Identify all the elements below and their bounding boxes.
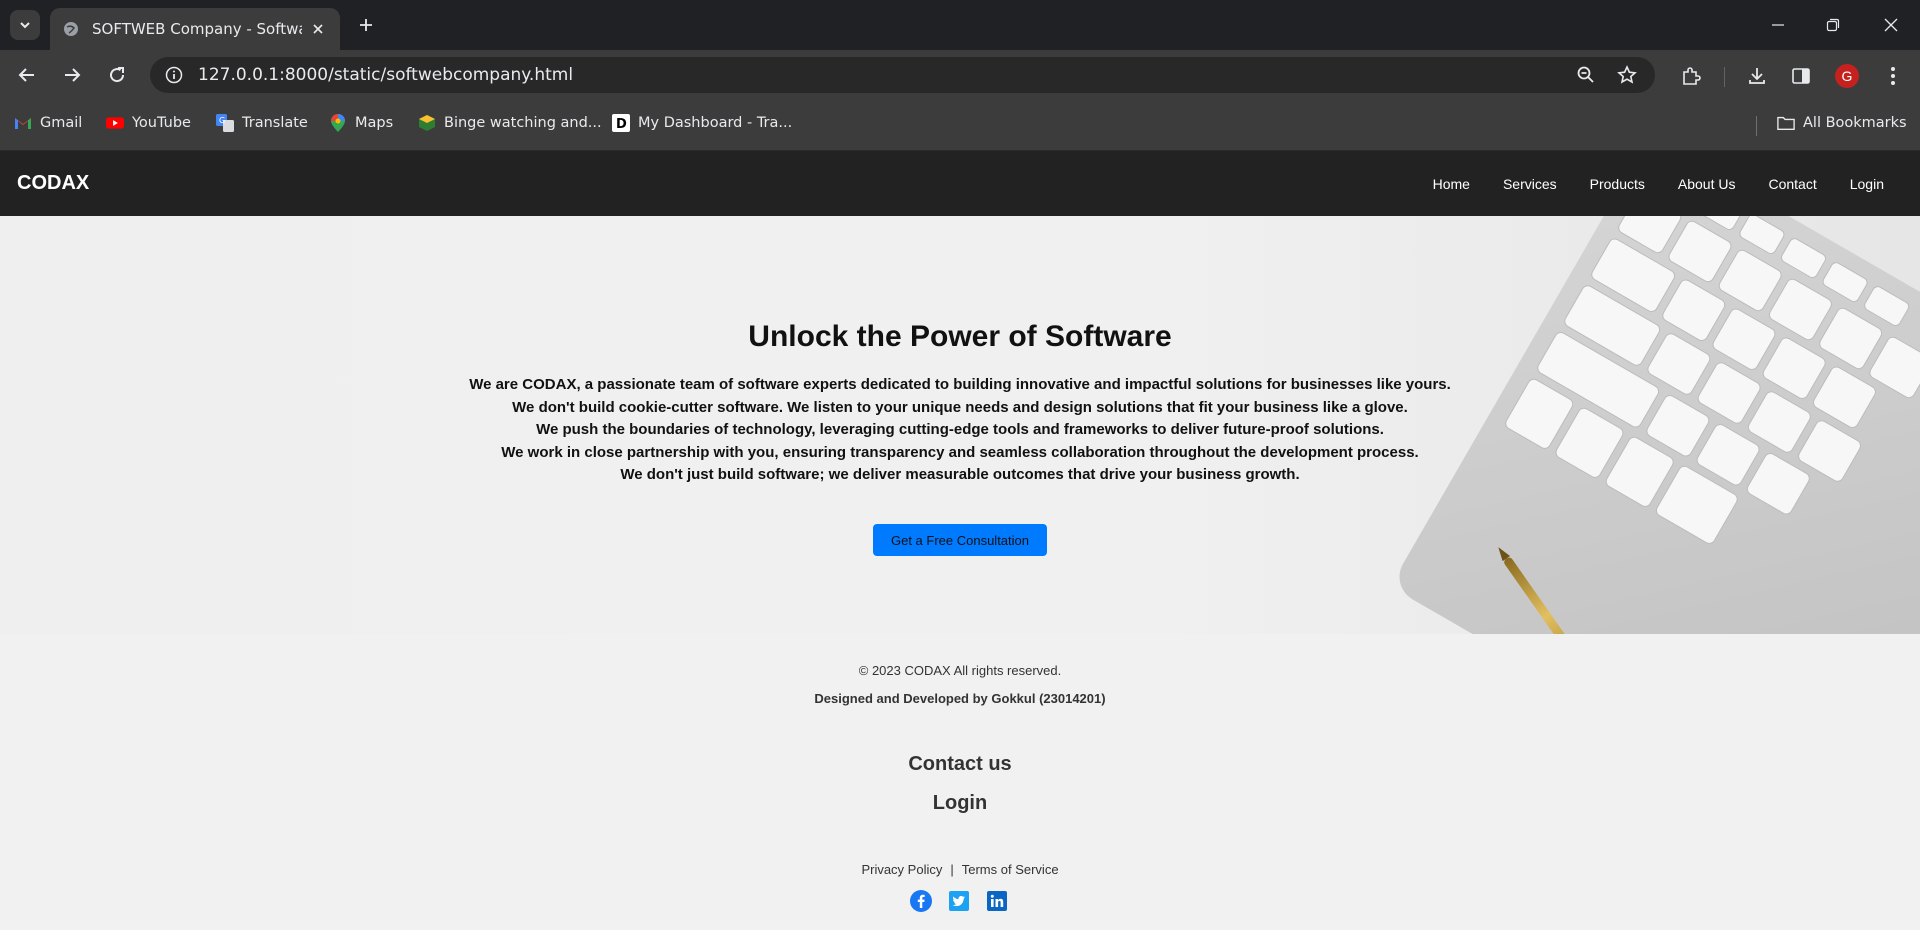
back-button[interactable] [10, 60, 44, 90]
bookmark-gmail[interactable]: Gmail [14, 114, 82, 132]
download-icon[interactable] [1744, 63, 1770, 89]
linkedin-icon[interactable] [986, 890, 1008, 912]
gmail-icon [14, 114, 32, 132]
reload-button[interactable] [100, 60, 134, 90]
maps-icon [329, 114, 347, 132]
plus-icon [360, 19, 372, 31]
reload-icon [110, 67, 125, 83]
minimize-button[interactable] [1755, 8, 1801, 42]
restore-button[interactable] [1810, 8, 1856, 42]
nav-home[interactable]: Home [1433, 176, 1470, 192]
nav-about-us[interactable]: About Us [1678, 176, 1736, 192]
social-links [910, 890, 1008, 912]
arrow-right-icon [65, 68, 81, 82]
chevron-down-icon [20, 22, 30, 29]
hero-description: We are CODAX, a passionate team of softw… [0, 374, 1920, 487]
all-bookmarks[interactable]: All Bookmarks [1777, 114, 1907, 132]
bookmark-translate[interactable]: G Translate [216, 114, 308, 132]
close-icon [1884, 18, 1898, 32]
hero-line: We push the boundaries of technology, le… [536, 421, 1384, 438]
main-nav: Home Services Products About Us Contact … [1400, 176, 1884, 192]
nav-services[interactable]: Services [1503, 176, 1557, 192]
nav-login[interactable]: Login [1850, 176, 1884, 192]
copyright-text: © 2023 CODAX All rights reserved. [858, 663, 1062, 678]
tab-title: SOFTWEB Company - Software [92, 20, 302, 38]
forward-button[interactable] [55, 60, 89, 90]
twitter-icon[interactable] [948, 890, 970, 912]
site-info-icon[interactable] [162, 63, 186, 87]
site-header: CODAX Home Services Products About Us Co… [0, 151, 1920, 216]
legal-links: Privacy Policy | Terms of Service [0, 862, 1920, 877]
close-tab-icon[interactable] [308, 19, 328, 39]
free-consultation-button[interactable]: Get a Free Consultation [873, 524, 1047, 556]
zoom-icon[interactable] [1574, 63, 1598, 87]
more-menu-icon[interactable] [1880, 63, 1906, 89]
toolbar-divider [1724, 67, 1725, 87]
url-text: 127.0.0.1:8000/static/softwebcompany.htm… [198, 65, 574, 85]
nav-contact[interactable]: Contact [1768, 176, 1816, 192]
hero-section: Unlock the Power of Software We are CODA… [0, 216, 1920, 634]
footer-login-link[interactable]: Login [0, 792, 1920, 815]
bookmark-youtube[interactable]: YouTube [106, 114, 191, 132]
svg-text:G: G [219, 116, 225, 125]
youtube-icon [106, 114, 124, 132]
binge-icon [418, 114, 436, 132]
hero-line: We work in close partnership with you, e… [501, 443, 1419, 461]
bookmark-binge[interactable]: Binge watching and... [418, 114, 602, 132]
side-panel-icon[interactable] [1788, 63, 1814, 89]
new-tab-button[interactable] [354, 12, 378, 38]
minimize-icon [1772, 24, 1784, 26]
bookmark-dashboard[interactable]: D My Dashboard - Tra... [612, 114, 792, 132]
globe-icon [62, 20, 80, 38]
folder-icon [1777, 114, 1795, 132]
bookmark-maps[interactable]: Maps [329, 114, 393, 132]
legal-separator: | [950, 862, 954, 877]
address-bar[interactable]: 127.0.0.1:8000/static/softwebcompany.htm… [150, 57, 1655, 93]
translate-icon: G [216, 114, 234, 132]
close-window-button[interactable] [1868, 8, 1914, 42]
hero-line: We don't build cookie-cutter software. W… [512, 398, 1408, 416]
bookmarks-divider [1756, 116, 1757, 136]
extensions-icon[interactable] [1678, 63, 1704, 89]
site-logo[interactable]: CODAX [17, 172, 89, 195]
contact-us-link[interactable]: Contact us [0, 753, 1920, 776]
browser-tab[interactable]: SOFTWEB Company - Software [50, 8, 340, 50]
privacy-policy-link[interactable]: Privacy Policy [861, 862, 942, 877]
svg-text:D: D [616, 117, 627, 132]
restore-icon [1826, 18, 1840, 32]
hero-title: Unlock the Power of Software [748, 320, 1172, 353]
nav-products[interactable]: Products [1590, 176, 1645, 192]
credits-text: Designed and Developed by Gokkul (230142… [814, 691, 1106, 706]
dashboard-icon: D [612, 114, 630, 132]
bookmark-star-icon[interactable] [1615, 63, 1639, 87]
browser-tabstrip: SOFTWEB Company - Software [0, 0, 1920, 50]
facebook-icon[interactable] [910, 890, 932, 912]
bookmarks-bar: Gmail YouTube G Translate Maps Binge wat… [0, 100, 1920, 151]
terms-of-service-link[interactable]: Terms of Service [962, 862, 1059, 877]
browser-toolbar: 127.0.0.1:8000/static/softwebcompany.htm… [0, 50, 1920, 100]
profile-avatar[interactable]: G [1835, 64, 1859, 88]
arrow-left-icon [18, 68, 34, 82]
tab-search-button[interactable] [10, 10, 40, 40]
hero-line: We are CODAX, a passionate team of softw… [469, 376, 1451, 393]
hero-line: We don't just build software; we deliver… [620, 466, 1300, 483]
